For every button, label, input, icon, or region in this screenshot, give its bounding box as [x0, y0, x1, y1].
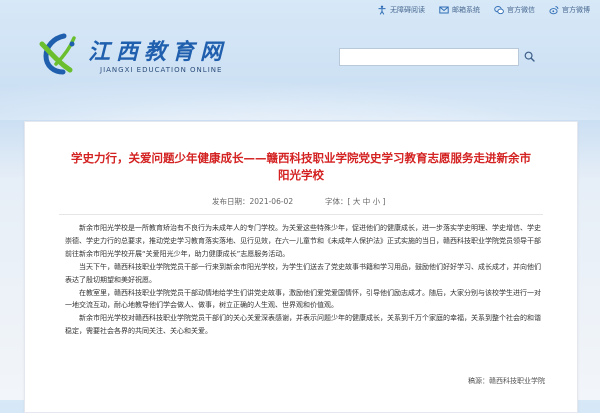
font-size-switcher: 字体：[ 大 中 小 ] — [325, 196, 385, 207]
article-meta: 发布日期：2021-06-02 字体：[ 大 中 小 ] — [25, 196, 577, 210]
wechat-link[interactable]: 官方微信 — [494, 5, 535, 15]
site-header: 无障碍阅读 邮箱系统 官方微信 官方微博 江西教育网 JIANGXI EDUCA… — [0, 0, 600, 120]
weibo-label: 官方微博 — [562, 6, 590, 14]
accessibility-icon — [378, 5, 386, 15]
article-paragraph: 当天下午，赣西科技职业学院党员干部一行来到新余市阳光学校，为学生们送去了党史故事… — [65, 262, 541, 284]
article-paragraph: 新余市阳光学校对赣西科技职业学院党员干部们的关心关爱深表感谢，并表示问题少年的健… — [65, 314, 541, 336]
font-size-label: 字体： — [325, 197, 348, 206]
wechat-icon — [494, 6, 504, 15]
wechat-label: 官方微信 — [507, 6, 535, 14]
article-paragraph: 新余市阳光学校是一所教育矫治有不良行为未成年人的专门学校。为关爱这些特殊少年，促… — [65, 224, 541, 258]
font-size-small[interactable]: 小 — [373, 197, 381, 206]
mail-icon — [439, 6, 449, 14]
accessibility-label: 无障碍阅读 — [390, 6, 425, 14]
weibo-icon — [549, 6, 559, 15]
mail-label: 邮箱系统 — [452, 6, 480, 14]
article-body: 新余市阳光学校是一所教育矫治有不良行为未成年人的专门学校。为关爱这些特殊少年，促… — [65, 222, 545, 338]
search-icon — [524, 51, 535, 62]
mail-link[interactable]: 邮箱系统 — [439, 5, 480, 15]
font-size-large[interactable]: 大 — [353, 197, 361, 206]
article-title-line2: 阳光学校 — [278, 168, 324, 182]
article-source: 稿源：赣西科技职业学院 — [468, 377, 545, 385]
search-button[interactable] — [523, 48, 535, 66]
article-paragraph: 在教室里，赣西科技职业学院党员干部动情地给学生们讲党史故事，激励他们爱党爱国情怀… — [65, 288, 541, 310]
font-size-medium[interactable]: 中 — [363, 197, 371, 206]
meta-divider — [59, 214, 543, 215]
font-size-bracket-open: [ — [347, 197, 351, 206]
article-title-line1: 学史力行，关爱问题少年健康成长——赣西科技职业学院党史学习教育志愿服务走进新余市 — [71, 151, 531, 165]
top-links: 无障碍阅读 邮箱系统 官方微信 官方微博 — [377, 5, 590, 15]
logo-subtitle: JIANGXI EDUCATION ONLINE — [100, 66, 223, 74]
logo-mark-icon — [39, 33, 76, 75]
search-input[interactable] — [339, 48, 519, 66]
accessibility-link[interactable]: 无障碍阅读 — [377, 5, 425, 15]
site-logo[interactable]: 江西教育网 JIANGXI EDUCATION ONLINE — [34, 30, 254, 80]
logo-title: 江西教育网 — [88, 39, 229, 65]
weibo-link[interactable]: 官方微博 — [549, 5, 590, 15]
article-title: 学史力行，关爱问题少年健康成长——赣西科技职业学院党史学习教育志愿服务走进新余市… — [55, 150, 547, 184]
font-size-bracket-close: ] — [382, 197, 386, 206]
article-card: 学史力行，关爱问题少年健康成长——赣西科技职业学院党史学习教育志愿服务走进新余市… — [24, 121, 578, 413]
publish-date: 发布日期：2021-06-02 — [212, 197, 294, 206]
